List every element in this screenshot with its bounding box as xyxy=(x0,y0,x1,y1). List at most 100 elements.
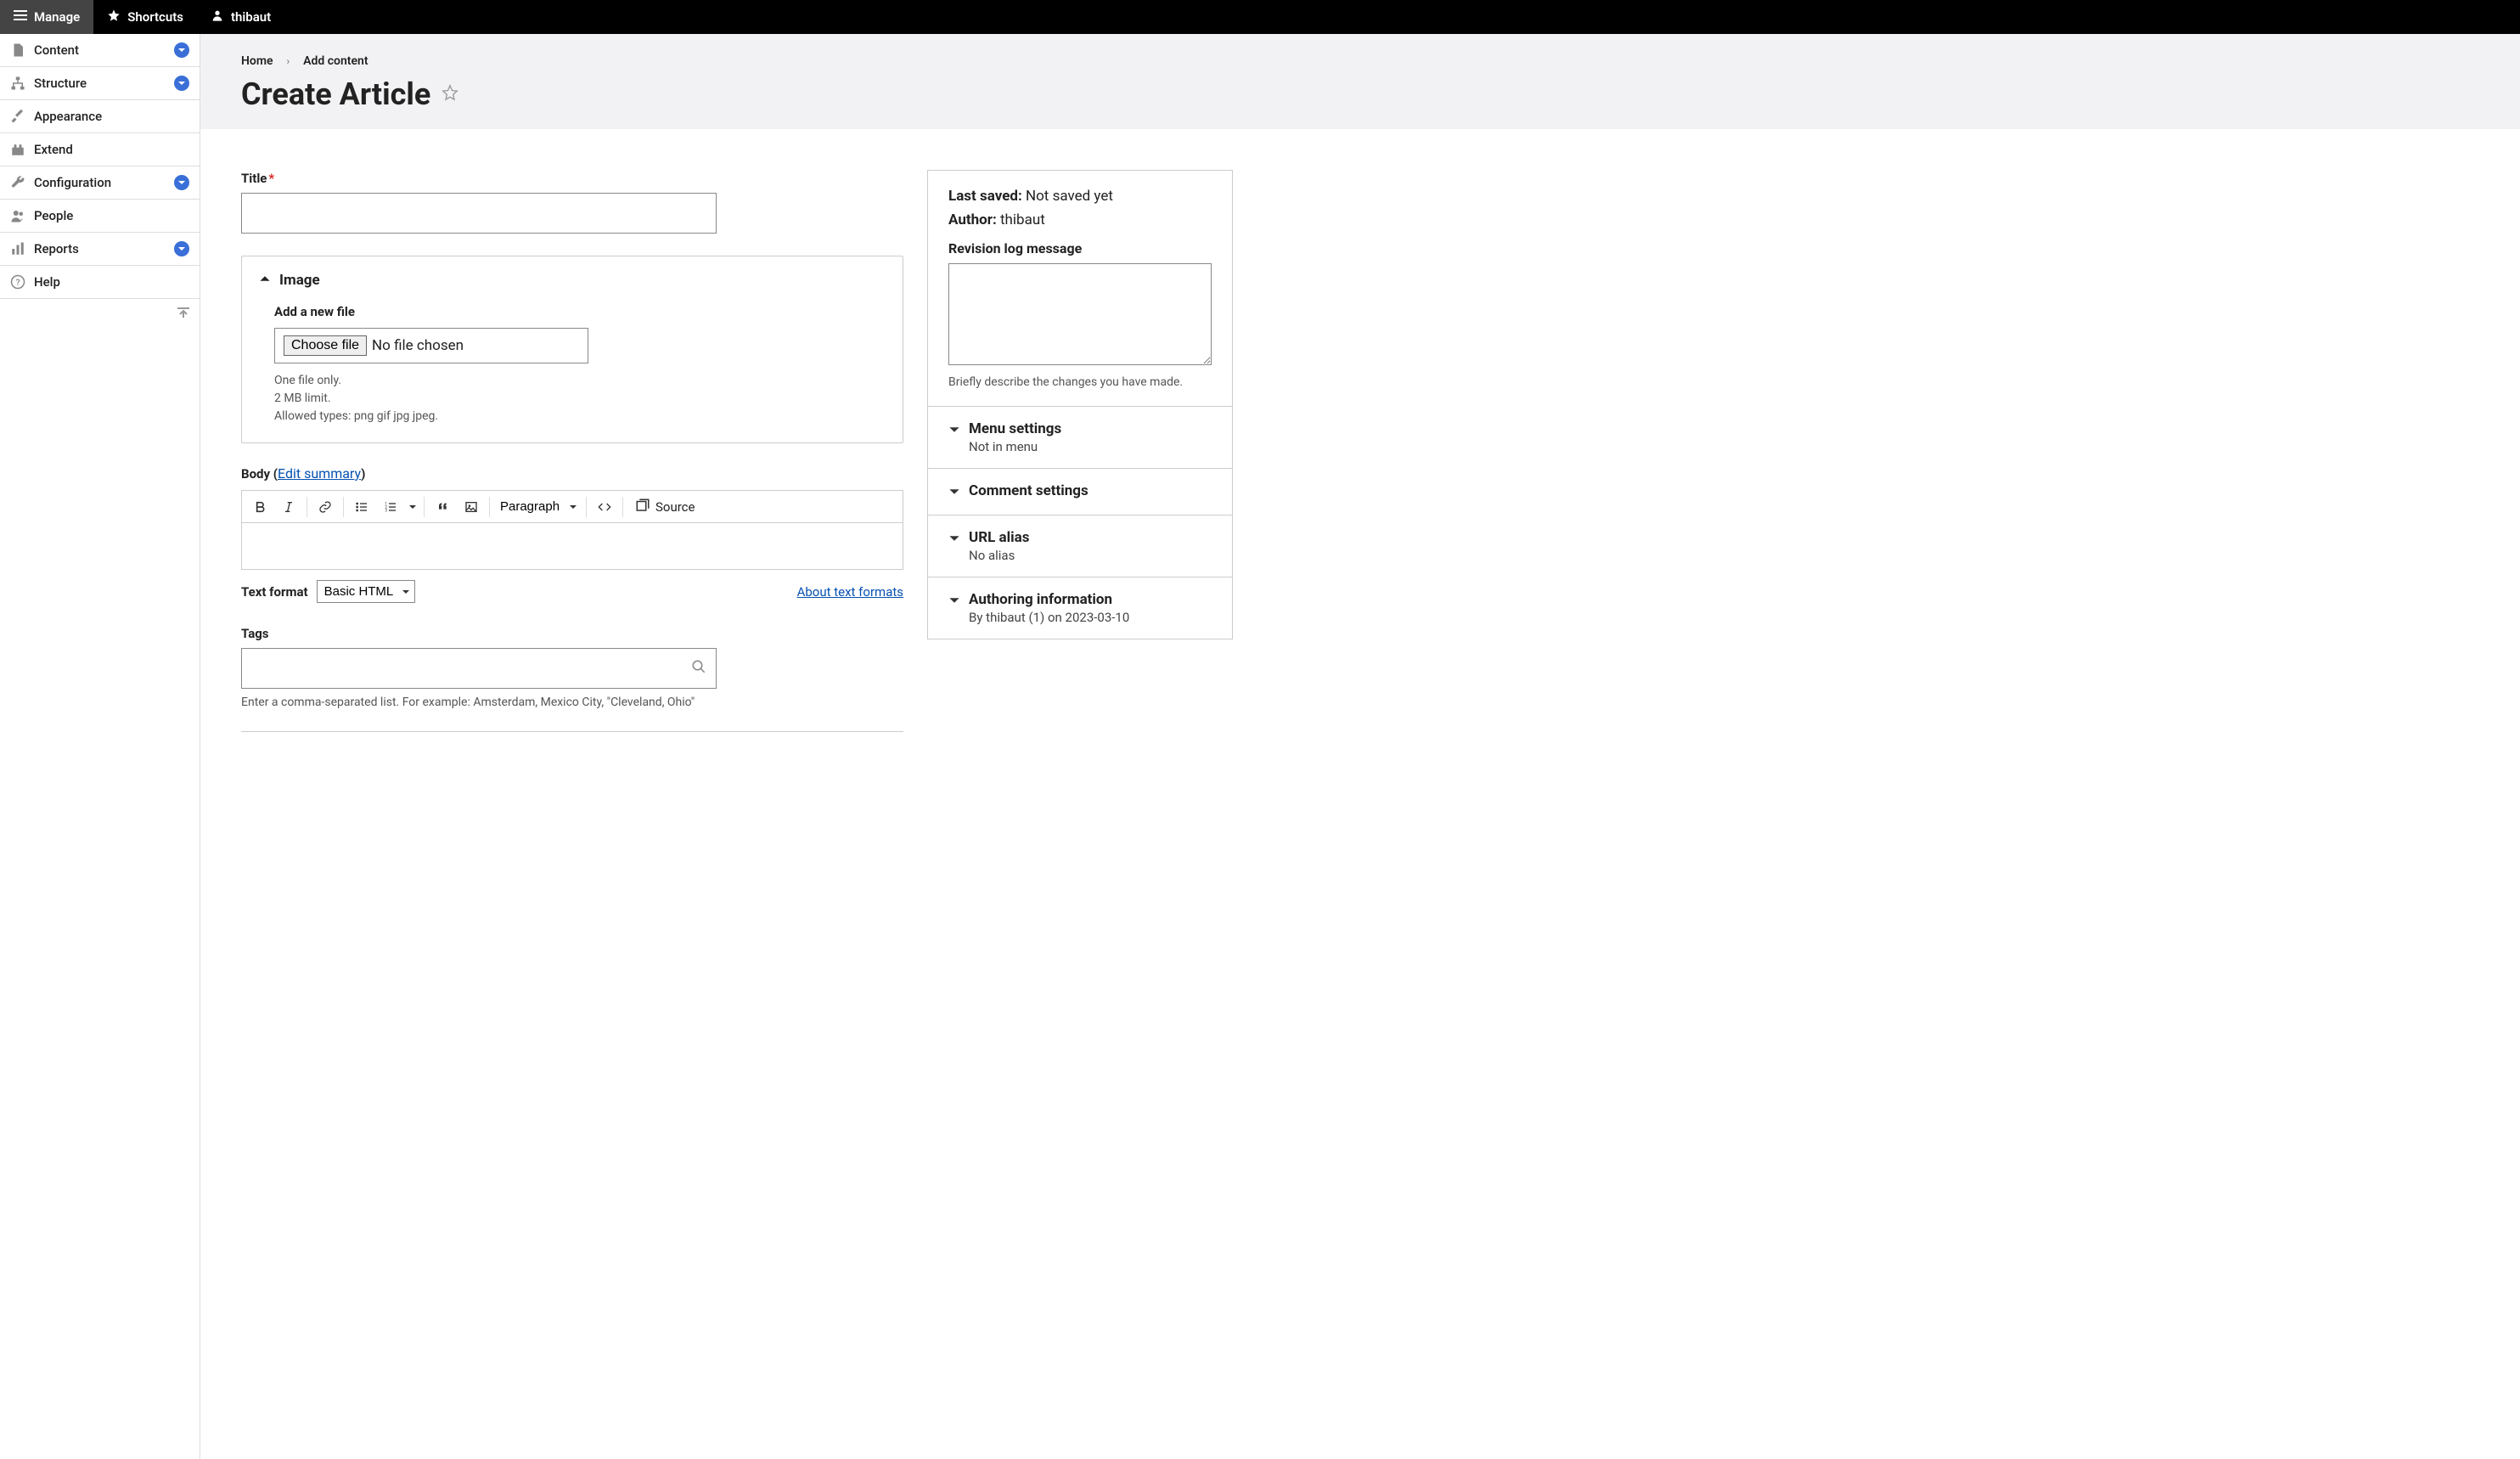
sitemap-icon xyxy=(10,76,25,91)
source-button[interactable]: Source xyxy=(627,498,703,516)
blockquote-button[interactable] xyxy=(428,493,457,521)
main-content: Home › Add content Create Article Title* xyxy=(200,34,2520,1459)
bold-button[interactable] xyxy=(245,493,274,521)
source-icon xyxy=(635,498,650,516)
text-format-select[interactable]: Basic HTML xyxy=(317,580,415,603)
breadcrumb-home[interactable]: Home xyxy=(241,54,273,68)
chevron-down-icon xyxy=(948,529,960,548)
hamburger-icon xyxy=(14,8,27,25)
topbar: Manage Shortcuts thibaut xyxy=(0,0,2520,34)
italic-button[interactable] xyxy=(274,493,303,521)
topbar-manage-label: Manage xyxy=(34,9,80,25)
tags-input[interactable] xyxy=(241,648,717,689)
sidebar-item-reports[interactable]: Reports xyxy=(0,233,200,266)
topbar-user[interactable]: thibaut xyxy=(197,0,284,34)
help-icon: ? xyxy=(10,274,25,290)
sidebar-item-extend[interactable]: Extend xyxy=(0,133,200,166)
link-button[interactable] xyxy=(311,493,340,521)
user-icon xyxy=(211,8,224,25)
file-help: One file only. 2 MB limit. Allowed types… xyxy=(274,372,886,425)
code-button[interactable] xyxy=(590,493,619,521)
admin-sidebar: Content Structure Appearance Extend Conf… xyxy=(0,34,200,1459)
revision-log-label: Revision log message xyxy=(948,240,1212,256)
form-column: Title* Image Add a new file Choose file xyxy=(241,170,903,732)
tags-field-group: Tags Enter a comma-separated list. For e… xyxy=(241,625,903,709)
sidebar-item-structure[interactable]: Structure xyxy=(0,67,200,100)
people-icon xyxy=(10,208,25,223)
sidebar-item-label: Extend xyxy=(34,142,73,157)
chevron-down-icon xyxy=(174,241,189,256)
puzzle-icon xyxy=(10,142,25,157)
image-section-label: Image xyxy=(279,272,320,289)
tags-label: Tags xyxy=(241,626,269,641)
image-section-toggle[interactable]: Image xyxy=(259,272,886,289)
accordion-authoring-info[interactable]: Authoring information By thibaut (1) on … xyxy=(928,577,1232,639)
breadcrumb-add-content[interactable]: Add content xyxy=(303,54,368,68)
sidebar-item-people[interactable]: People xyxy=(0,200,200,233)
author: Author: thibaut xyxy=(948,211,1212,228)
page-header: Home › Add content Create Article xyxy=(200,34,2520,129)
sidebar-item-content[interactable]: Content xyxy=(0,34,200,67)
meta-column: Last saved: Not saved yet Author: thibau… xyxy=(927,170,1233,732)
sidebar-item-label: People xyxy=(34,208,73,223)
topbar-shortcuts[interactable]: Shortcuts xyxy=(93,0,197,34)
chevron-down-icon xyxy=(174,42,189,58)
image-details: Image Add a new file Choose file No file… xyxy=(241,256,903,443)
title-label: Title* xyxy=(241,171,274,186)
revision-log-textarea[interactable] xyxy=(948,263,1212,365)
text-format-label: Text format xyxy=(241,584,308,600)
sidebar-item-configuration[interactable]: Configuration xyxy=(0,166,200,200)
chevron-down-icon xyxy=(948,591,960,610)
paintbrush-icon xyxy=(10,109,25,124)
list-dropdown-button[interactable] xyxy=(405,493,420,521)
accordion-menu-settings[interactable]: Menu settings Not in menu xyxy=(928,406,1232,468)
body-field-group: Body (Edit summary) 123 xyxy=(241,465,903,603)
chevron-up-icon xyxy=(259,272,271,289)
editor-toolbar: 123 Paragraph xyxy=(242,491,903,523)
body-editor: 123 Paragraph xyxy=(241,490,903,570)
title-input[interactable] xyxy=(241,193,717,234)
sidebar-item-label: Appearance xyxy=(34,109,102,124)
chevron-down-icon xyxy=(174,175,189,190)
star-icon xyxy=(107,8,121,25)
bullet-list-button[interactable] xyxy=(347,493,376,521)
topbar-user-label: thibaut xyxy=(231,9,271,25)
favorite-star-icon[interactable] xyxy=(441,83,459,105)
file-input-box[interactable]: Choose file No file chosen xyxy=(274,328,588,363)
file-status: No file chosen xyxy=(372,337,464,354)
chevron-down-icon xyxy=(948,420,960,439)
bar-chart-icon xyxy=(10,241,25,256)
edit-summary-link[interactable]: Edit summary xyxy=(278,465,361,482)
sidebar-item-label: Structure xyxy=(34,76,87,91)
heading-select[interactable]: Paragraph xyxy=(493,496,582,517)
sidebar-item-label: Help xyxy=(34,274,60,290)
search-icon xyxy=(691,659,706,678)
topbar-manage[interactable]: Manage xyxy=(0,0,93,34)
page-title: Create Article xyxy=(241,76,430,112)
accordion-url-alias[interactable]: URL alias No alias xyxy=(928,515,1232,577)
accordion-comment-settings[interactable]: Comment settings xyxy=(928,468,1232,515)
sidebar-item-label: Reports xyxy=(34,241,79,256)
chevron-down-icon xyxy=(174,76,189,91)
sidebar-item-help[interactable]: ? Help xyxy=(0,266,200,299)
chevron-right-icon: › xyxy=(287,55,290,67)
last-saved: Last saved: Not saved yet xyxy=(948,188,1212,205)
about-text-formats-link[interactable]: About text formats xyxy=(797,584,903,600)
svg-text:3: 3 xyxy=(385,508,387,513)
sidebar-item-appearance[interactable]: Appearance xyxy=(0,100,200,133)
sidebar-collapse[interactable] xyxy=(0,302,200,324)
image-button[interactable] xyxy=(457,493,486,521)
sidebar-item-label: Configuration xyxy=(34,175,111,190)
divider xyxy=(241,731,903,732)
body-label: Body ( xyxy=(241,466,278,482)
numbered-list-button[interactable]: 123 xyxy=(376,493,405,521)
choose-file-button[interactable]: Choose file xyxy=(284,335,367,356)
breadcrumb: Home › Add content xyxy=(241,54,2479,68)
title-field-group: Title* xyxy=(241,170,903,234)
svg-text:?: ? xyxy=(15,277,20,288)
meta-box: Last saved: Not saved yet Author: thibau… xyxy=(927,170,1233,639)
body-textarea[interactable] xyxy=(242,523,903,569)
file-icon xyxy=(10,42,25,58)
wrench-icon xyxy=(10,175,25,190)
add-file-label: Add a new file xyxy=(274,304,886,319)
